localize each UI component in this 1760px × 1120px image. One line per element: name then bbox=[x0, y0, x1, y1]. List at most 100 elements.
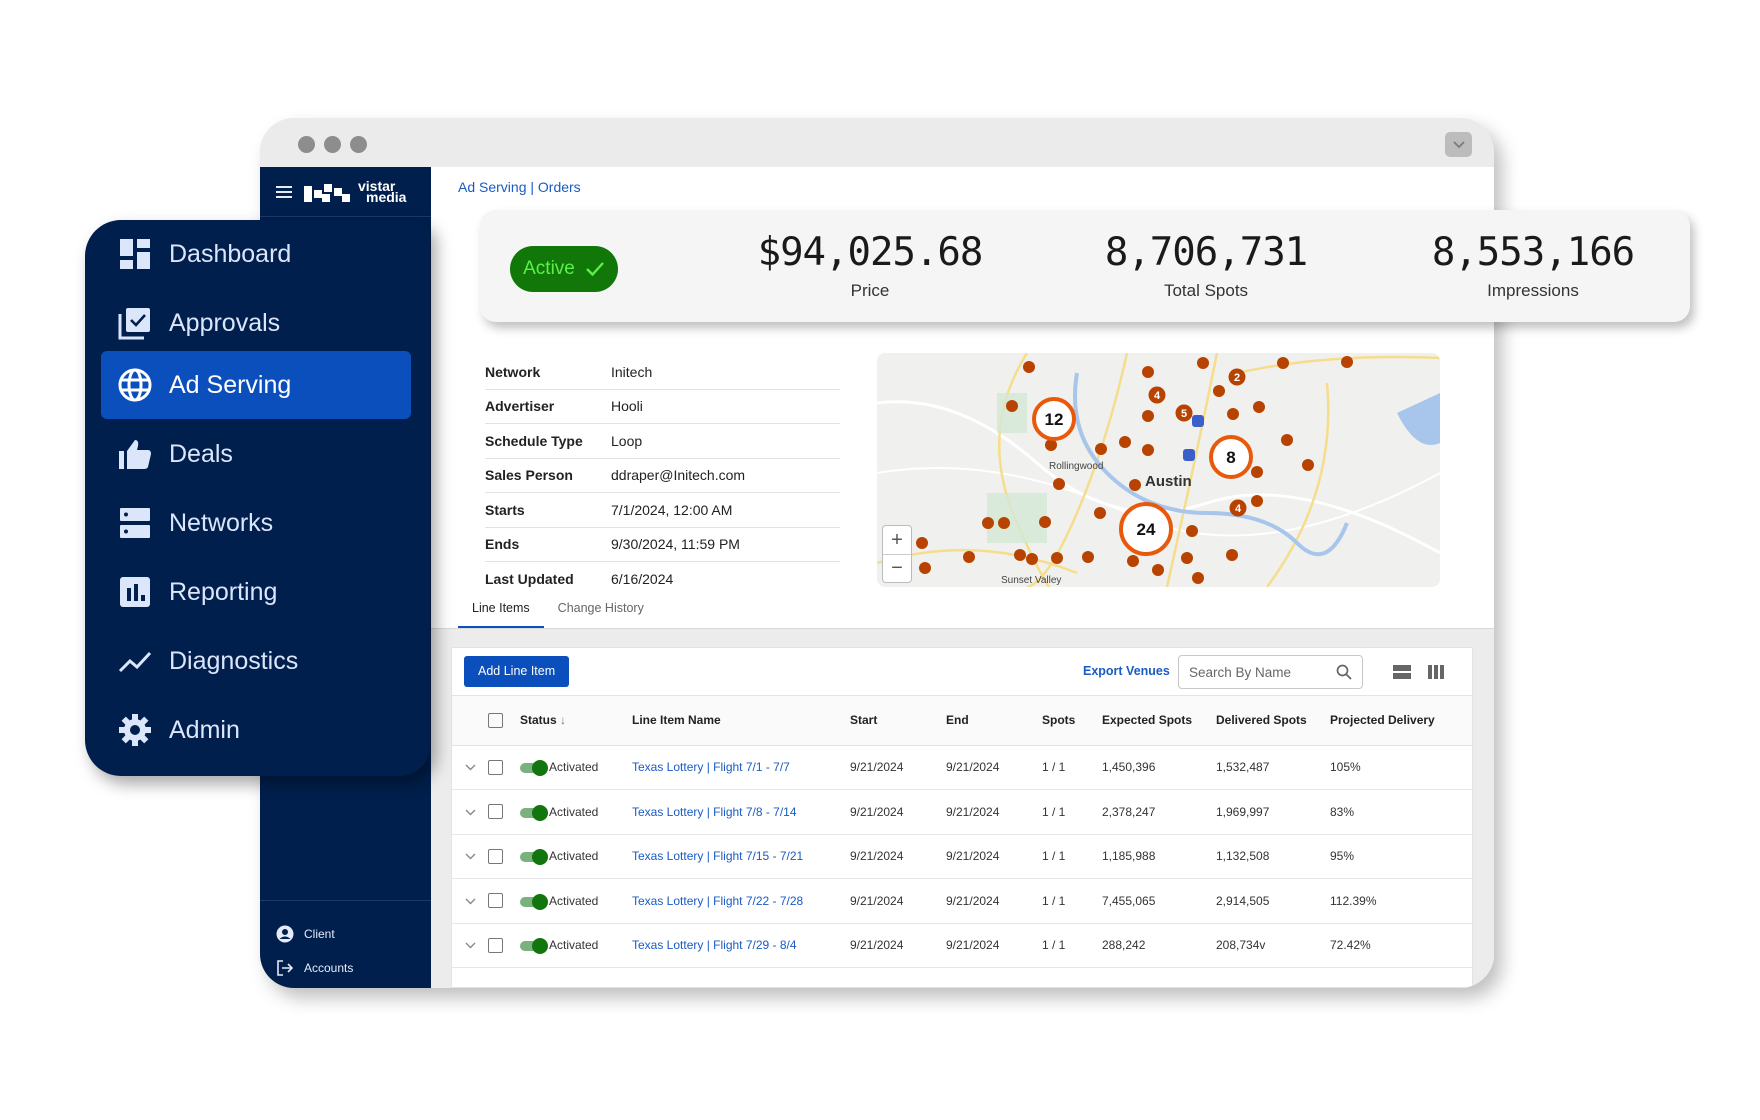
breadcrumb[interactable]: Ad Serving | Orders bbox=[458, 179, 581, 195]
venue-marker[interactable] bbox=[1253, 401, 1265, 413]
tab-line-items[interactable]: Line Items bbox=[458, 587, 544, 629]
column-header-start[interactable]: Start bbox=[850, 696, 946, 746]
status-toggle[interactable] bbox=[520, 849, 548, 866]
column-header-spots[interactable]: Spots bbox=[1042, 696, 1102, 746]
column-header-expected[interactable]: Expected Spots bbox=[1102, 696, 1216, 746]
venue-marker[interactable] bbox=[1095, 443, 1107, 455]
venue-marker[interactable] bbox=[1142, 410, 1154, 422]
window-minimize-dot[interactable] bbox=[324, 136, 341, 153]
venue-marker[interactable] bbox=[1127, 555, 1139, 567]
venue-marker[interactable] bbox=[1023, 361, 1035, 373]
line-item-link[interactable]: Texas Lottery | Flight 7/15 - 7/21 bbox=[632, 849, 803, 863]
venue-marker[interactable] bbox=[1006, 400, 1018, 412]
column-header-name[interactable]: Line Item Name bbox=[632, 696, 850, 746]
venue-marker[interactable] bbox=[1119, 436, 1131, 448]
sidebar-item-dashboard[interactable]: Dashboard bbox=[101, 220, 411, 288]
tab-change-history[interactable]: Change History bbox=[544, 587, 658, 629]
venue-marker[interactable] bbox=[963, 551, 975, 563]
sidebar-item-approvals[interactable]: Approvals bbox=[101, 289, 411, 357]
sidebar-item-admin[interactable]: Admin bbox=[101, 696, 411, 764]
zoom-in-button[interactable]: + bbox=[883, 526, 911, 555]
venue-marker[interactable] bbox=[1026, 553, 1038, 565]
status-toggle[interactable] bbox=[520, 760, 548, 777]
line-item-link[interactable]: Texas Lottery | Flight 7/1 - 7/7 bbox=[632, 760, 790, 774]
line-item-link[interactable]: Texas Lottery | Flight 7/29 - 8/4 bbox=[632, 938, 797, 952]
venue-marker[interactable] bbox=[1051, 552, 1063, 564]
sort-arrow-down-icon[interactable]: ↓ bbox=[560, 713, 566, 727]
venue-marker[interactable] bbox=[1142, 366, 1154, 378]
hamburger-menu-icon[interactable] bbox=[276, 185, 292, 198]
sidebar-item-diagnostics[interactable]: Diagnostics bbox=[101, 627, 411, 695]
window-maximize-dot[interactable] bbox=[350, 136, 367, 153]
status-toggle[interactable] bbox=[520, 804, 548, 821]
expand-row-chevron-icon[interactable] bbox=[452, 923, 488, 968]
line-item-link[interactable]: Texas Lottery | Flight 7/22 - 7/28 bbox=[632, 894, 803, 908]
expand-row-chevron-icon[interactable] bbox=[452, 878, 488, 924]
window-close-dot[interactable] bbox=[298, 136, 315, 153]
column-header-end[interactable]: End bbox=[946, 696, 1042, 746]
expand-row-chevron-icon[interactable] bbox=[452, 789, 488, 835]
table-row[interactable]: Activated Texas Lottery | Flight 7/8 - 7/… bbox=[452, 789, 1472, 835]
venue-marker[interactable] bbox=[1341, 356, 1353, 368]
status-toggle[interactable] bbox=[520, 938, 548, 955]
row-checkbox[interactable] bbox=[488, 804, 503, 820]
table-row[interactable]: Activated Texas Lottery | Flight 7/29 - 8… bbox=[452, 923, 1472, 968]
venue-marker[interactable] bbox=[1039, 516, 1051, 528]
venue-marker[interactable] bbox=[1129, 479, 1141, 491]
status-toggle[interactable] bbox=[520, 893, 548, 910]
venue-marker[interactable] bbox=[1094, 507, 1106, 519]
sidebar-item-networks[interactable]: Networks bbox=[101, 489, 411, 557]
venue-marker[interactable] bbox=[916, 537, 928, 549]
status-badge[interactable]: Active bbox=[510, 246, 618, 292]
export-venues-link[interactable]: Export Venues bbox=[1083, 664, 1170, 678]
venue-marker[interactable] bbox=[1213, 385, 1225, 397]
row-checkbox[interactable] bbox=[488, 848, 503, 864]
venue-marker[interactable] bbox=[982, 517, 994, 529]
venue-marker[interactable] bbox=[1186, 525, 1198, 537]
row-checkbox[interactable] bbox=[488, 893, 503, 909]
venue-marker[interactable] bbox=[1251, 495, 1263, 507]
venue-marker[interactable] bbox=[1053, 478, 1065, 490]
add-line-item-button[interactable]: Add Line Item bbox=[464, 656, 570, 687]
venue-marker[interactable] bbox=[1152, 564, 1164, 576]
line-item-link[interactable]: Texas Lottery | Flight 7/8 - 7/14 bbox=[632, 805, 797, 819]
column-header-delivered[interactable]: Delivered Spots bbox=[1216, 696, 1330, 746]
map-canvas[interactable]: 245412824 Austin Rollingwood Sunset Vall… bbox=[877, 353, 1440, 587]
zoom-out-button[interactable]: − bbox=[883, 555, 911, 583]
search-field[interactable] bbox=[1178, 655, 1363, 689]
sidebar-item-ad-serving[interactable]: Ad Serving bbox=[101, 351, 411, 419]
venue-marker[interactable] bbox=[1197, 357, 1209, 369]
venue-marker[interactable] bbox=[1281, 434, 1293, 446]
venue-marker[interactable] bbox=[1227, 408, 1239, 420]
sidebar-item-reporting[interactable]: Reporting bbox=[101, 558, 411, 626]
venue-marker[interactable] bbox=[1251, 466, 1263, 478]
venue-marker[interactable] bbox=[1226, 549, 1238, 561]
table-row[interactable]: Activated Texas Lottery | Flight 7/22 - 7… bbox=[452, 878, 1472, 924]
venue-marker[interactable] bbox=[1142, 444, 1154, 456]
venue-marker[interactable] bbox=[1302, 459, 1314, 471]
search-input[interactable] bbox=[1189, 664, 1336, 680]
venue-marker[interactable] bbox=[1082, 551, 1094, 563]
column-header-projected[interactable]: Projected Delivery bbox=[1330, 696, 1472, 746]
table-row[interactable]: Activated Texas Lottery | Flight 7/15 - 7… bbox=[452, 834, 1472, 879]
venue-map[interactable]: 2 4 5 4 12 8 24 Austin Rollingwood Sunset Vall… bbox=[877, 353, 1440, 587]
column-header-status[interactable]: Status ↓ bbox=[520, 696, 632, 746]
expand-row-chevron-icon[interactable] bbox=[452, 745, 488, 790]
window-menu-button[interactable] bbox=[1445, 132, 1472, 157]
expand-row-chevron-icon[interactable] bbox=[452, 834, 488, 879]
column-view-icon[interactable] bbox=[1428, 665, 1444, 679]
select-all-checkbox[interactable] bbox=[488, 712, 503, 728]
venue-marker[interactable] bbox=[919, 562, 931, 574]
row-checkbox[interactable] bbox=[488, 759, 503, 775]
row-checkbox[interactable] bbox=[488, 937, 503, 953]
sidebar-item-accounts[interactable]: Accounts bbox=[276, 951, 431, 985]
sidebar-item-deals[interactable]: Deals bbox=[101, 420, 411, 488]
vistar-media-logo[interactable]: vistar media bbox=[304, 179, 406, 204]
venue-marker[interactable] bbox=[1014, 549, 1026, 561]
sidebar-item-client[interactable]: Client bbox=[276, 917, 431, 951]
search-icon[interactable] bbox=[1336, 664, 1352, 680]
venue-marker[interactable] bbox=[1277, 357, 1289, 369]
venue-marker[interactable] bbox=[1181, 552, 1193, 564]
list-view-icon[interactable] bbox=[1393, 665, 1411, 679]
table-row[interactable]: Activated Texas Lottery | Flight 7/1 - 7/… bbox=[452, 745, 1472, 790]
